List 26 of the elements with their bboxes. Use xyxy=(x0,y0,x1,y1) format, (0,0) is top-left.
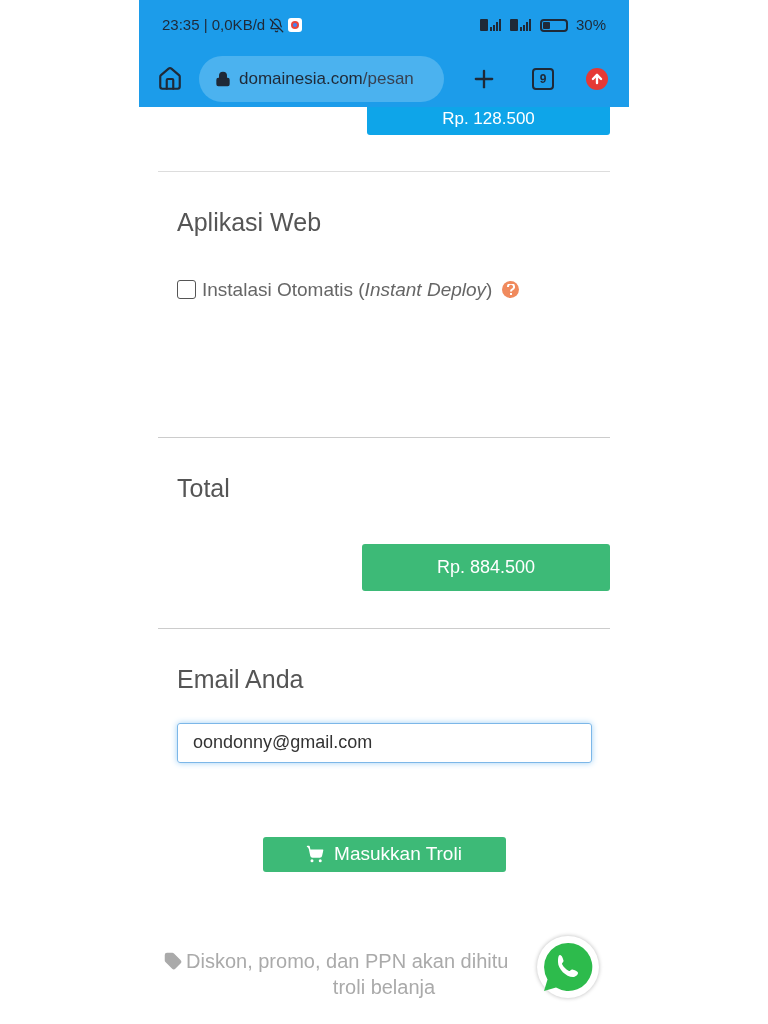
home-icon[interactable] xyxy=(157,65,183,92)
tag-icon xyxy=(164,951,182,970)
total-amount: Rp. 884.500 xyxy=(362,543,610,591)
price-button[interactable]: Rp. 128.500 xyxy=(367,107,610,135)
url-text: domainesia.com/pesan xyxy=(239,67,414,90)
section-heading: Aplikasi Web xyxy=(177,207,323,238)
signal-icon xyxy=(509,19,532,31)
checkbox[interactable] xyxy=(177,280,196,300)
battery-percent: 30% xyxy=(575,14,606,35)
note-text: Diskon, promo, dan PPN akan dihitu xyxy=(186,948,509,974)
add-to-cart-button[interactable]: Masukkan Troli xyxy=(262,836,506,872)
battery-icon xyxy=(539,18,568,32)
section-heading: Email Anda xyxy=(177,664,305,695)
status-time: 23:35 | 0,0KB/d xyxy=(162,14,266,35)
note-text: troli belanja xyxy=(332,974,436,1000)
lock-icon xyxy=(215,70,231,87)
cart-icon xyxy=(306,845,325,863)
tab-count[interactable]: 9 xyxy=(532,67,554,90)
mute-icon xyxy=(269,17,285,33)
email-field[interactable]: oondonny@gmail.com xyxy=(177,722,592,763)
address-bar[interactable]: domainesia.com/pesan xyxy=(199,55,444,102)
upload-icon[interactable] xyxy=(586,67,608,90)
option-label: Instalasi Otomatis (Instant Deploy) xyxy=(202,277,493,302)
signal-icon xyxy=(479,19,502,31)
app-icon xyxy=(288,18,303,32)
section-heading: Total xyxy=(177,473,231,504)
